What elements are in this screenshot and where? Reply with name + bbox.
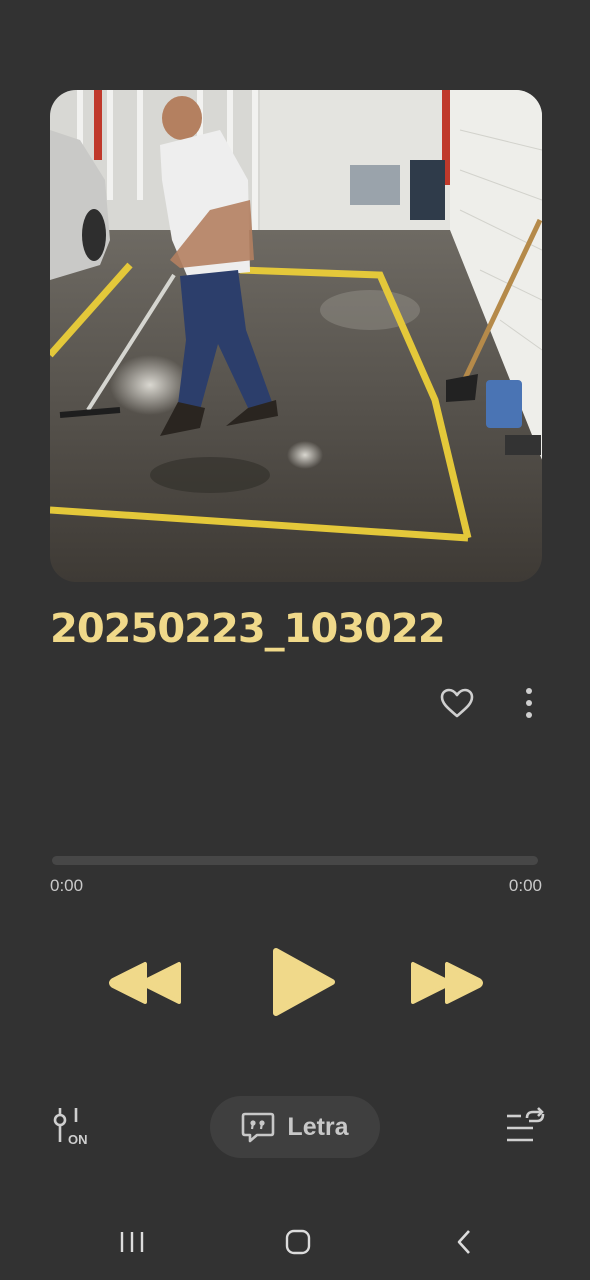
rewind-icon [109,962,181,1004]
more-options-button[interactable] [514,682,544,724]
seek-bar[interactable] [52,856,538,865]
lyrics-label: Letra [287,1112,349,1141]
total-time: 0:00 [508,876,542,895]
fast-forward-button[interactable] [406,954,486,1012]
play-button[interactable] [262,940,344,1024]
favorite-button[interactable] [436,682,478,724]
equalizer-on-badge: ON [68,1132,88,1147]
system-navigation-bar [0,1200,590,1280]
lyrics-quote-icon [242,1112,275,1143]
recents-button[interactable] [110,1222,154,1262]
equalizer-button[interactable]: ON [50,1106,96,1150]
play-icon [273,948,335,1016]
track-title: 20250223_103022 [50,606,446,652]
recents-icon [120,1232,144,1252]
current-time: 0:00 [50,876,84,895]
more-vertical-icon [526,688,532,718]
home-icon [285,1229,311,1255]
lyrics-button[interactable]: Letra [210,1096,380,1158]
album-art-photo [50,90,542,582]
album-art [50,90,542,582]
equalizer-on-icon: ON [53,1108,88,1147]
queue-repeat-icon [507,1107,545,1142]
heart-outline-icon [440,688,474,718]
back-icon [457,1230,470,1254]
back-button[interactable] [442,1222,486,1262]
fast-forward-icon [411,962,483,1004]
music-player-screen: 20250223_103022 0:00 0:00 ON Letra [0,0,590,1280]
home-button[interactable] [276,1222,320,1262]
rewind-button[interactable] [106,954,186,1012]
queue-button[interactable] [503,1106,549,1146]
